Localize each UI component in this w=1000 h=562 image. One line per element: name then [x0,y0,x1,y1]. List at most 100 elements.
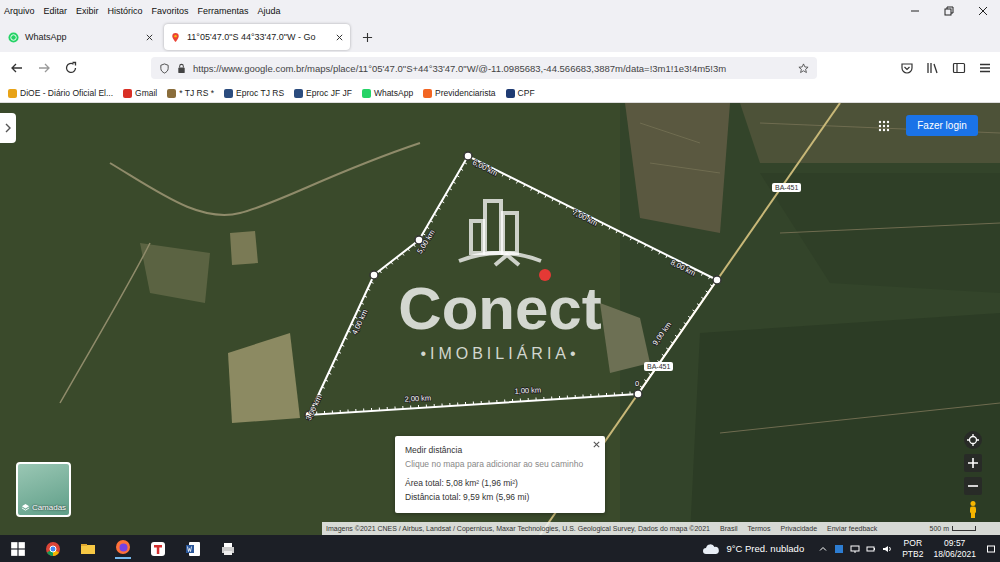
battery-icon[interactable] [866,544,876,554]
distance-marker: 7,00 km [571,208,599,228]
vertex-handle[interactable] [370,271,378,279]
apps-grid-icon[interactable] [878,120,890,132]
distance-marker: 3,00 km [304,394,323,422]
footer-link[interactable]: Enviar feedback [827,525,877,532]
my-location-icon[interactable] [963,430,983,450]
close-icon[interactable] [592,440,601,449]
forward-icon[interactable] [37,61,51,75]
back-icon[interactable] [10,61,24,75]
vertex-handle[interactable] [634,390,642,398]
map-controls [963,430,983,519]
layers-button[interactable]: Camadas [16,462,71,517]
vertex-handle[interactable] [713,276,721,284]
menu-item[interactable]: Ajuda [258,6,281,16]
layers-icon [21,503,30,512]
bookmark-icon [8,89,17,98]
printer-app-icon[interactable] [220,541,236,557]
maps-pin-icon [170,32,181,43]
browser-tab[interactable]: WhatsApp [2,24,160,50]
lock-icon[interactable] [176,63,187,74]
address-bar[interactable]: https://www.google.com.br/maps/place/11°… [151,57,817,79]
app-icon[interactable] [150,541,166,557]
close-icon[interactable] [966,0,1000,22]
bookmark-star-icon[interactable] [798,63,809,74]
pocket-icon[interactable] [900,61,914,75]
pegman-icon[interactable] [963,499,983,519]
notifications-icon[interactable] [986,544,996,554]
satellite-map[interactable]: 01,00 km2,00 km3,00 km4,00 km5,00 km6,00… [0,103,1000,535]
map-footer: Imagens ©2021 CNES / Airbus, Landsat / C… [322,522,1000,535]
bookmark[interactable]: Previdenciarista [423,88,495,98]
browser-tab[interactable]: 11°05'47.0"S 44°33'47.0"W - Go [164,24,350,50]
bookmark[interactable]: CPF [506,88,535,98]
menu-item[interactable]: Ferramentas [198,6,249,16]
file-explorer-icon[interactable] [80,541,96,557]
close-tab-icon[interactable] [335,33,344,42]
menu-item[interactable]: Arquivo [4,6,35,16]
bookmark[interactable]: Gmail [123,88,157,98]
side-panel-toggle[interactable] [0,113,16,143]
weather-text[interactable]: 9°C Pred. nublado [726,543,804,554]
chevron-right-icon [4,122,12,134]
close-tab-icon[interactable] [145,33,154,42]
bookmark-icon [167,89,176,98]
bookmark[interactable]: DiOE - Diário Oficial El... [8,88,113,98]
tray-expand-icon[interactable] [818,544,828,554]
zoom-out-icon[interactable] [963,476,983,496]
bookmark-icon [123,89,132,98]
app-tray-icon[interactable] [834,544,844,554]
road-label: BA-451 [644,362,673,371]
clock[interactable]: 09:57 18/06/2021 [933,538,976,558]
bookmark[interactable]: WhatsApp [362,88,413,98]
nav-bar: https://www.google.com.br/maps/place/11°… [0,52,1000,84]
network-icon[interactable] [850,544,860,554]
road-label: BA-451 [772,183,801,192]
tab-bar: WhatsApp 11°05'47.0"S 44°33'47.0"W - Go [0,22,1000,52]
scale-bar: 500 m [930,525,1000,532]
hamburger-menu-icon[interactable] [978,61,992,75]
bookmark[interactable]: * TJ RS * [167,88,214,98]
footer-link[interactable]: Termos [748,525,771,532]
footer-link[interactable]: Privacidade [780,525,817,532]
menu-item[interactable]: Exibir [76,6,99,16]
menu-item[interactable]: Editar [44,6,68,16]
firefox-icon[interactable] [115,539,131,555]
bookmark[interactable]: Eproc JF JF [294,88,352,98]
new-tab-icon[interactable] [362,32,373,43]
zoom-in-icon[interactable] [963,453,983,473]
shield-icon[interactable] [159,63,170,74]
distance-marker: 8,00 km [669,258,697,278]
measure-popup: Medir distância Clique no mapa para adic… [395,436,605,513]
distance-marker: 0 [635,379,639,388]
sidebar-icon[interactable] [952,61,966,75]
distance-marker: 1,00 km [514,385,541,395]
volume-icon[interactable] [882,544,892,554]
footer-link[interactable]: Brasil [720,525,738,532]
bookmark[interactable]: Eproc TJ RS [224,88,284,98]
weather-cloud-icon[interactable] [702,543,720,555]
language-indicator[interactable]: PORPTB2 [902,538,923,558]
windows-start-icon[interactable] [10,541,26,557]
bookmark-icon [362,89,371,98]
distance-marker: 9,00 km [651,320,674,347]
bookmark-icon [294,89,303,98]
distance-marker: 2,00 km [404,393,431,403]
word-icon[interactable] [185,541,201,557]
watermark: Conect •IMOBILIÁRIA• [380,195,620,363]
whatsapp-icon [8,32,19,43]
url-text: https://www.google.com.br/maps/place/11°… [193,63,792,74]
distance-marker: 5,00 km [415,228,437,255]
login-button[interactable]: Fazer login [906,115,978,136]
minimize-icon[interactable] [898,0,932,22]
restore-icon[interactable] [932,0,966,22]
library-icon[interactable] [926,61,940,75]
reload-icon[interactable] [64,61,78,75]
bookmark-icon [423,89,432,98]
taskbar: 9°C Pred. nublado PORPTB2 09:57 18/06/20… [0,535,1000,562]
distance-marker: 4,00 km [350,308,369,336]
bookmarks-bar: DiOE - Diário Oficial El... Gmail * TJ R… [0,84,1000,103]
vertex-handle[interactable] [464,152,472,160]
menu-item[interactable]: Favoritos [152,6,189,16]
chrome-icon[interactable] [45,541,61,557]
menu-item[interactable]: Histórico [108,6,143,16]
